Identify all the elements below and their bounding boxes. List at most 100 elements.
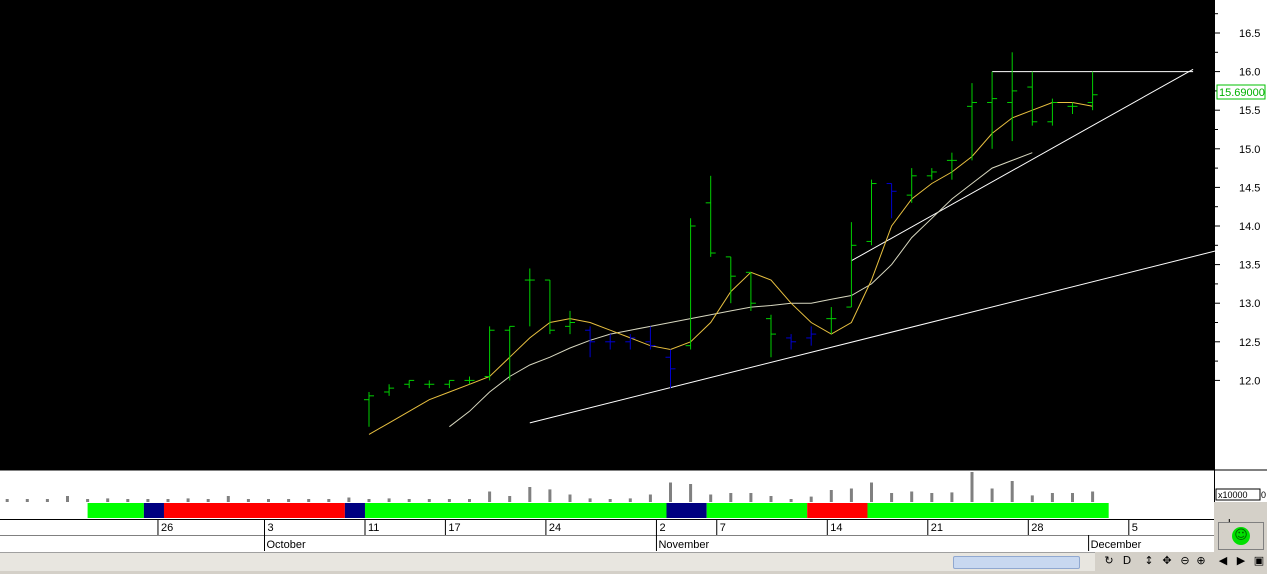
volume-bar xyxy=(367,499,371,502)
date-tick-label: 28 xyxy=(1031,522,1043,534)
volume-bar xyxy=(86,499,90,502)
volume-bar xyxy=(709,494,713,502)
volume-bar xyxy=(930,493,934,502)
price-tick-label: 14.0 xyxy=(1239,221,1260,233)
volume-bar xyxy=(1091,491,1095,502)
volume-zero-label: 0 xyxy=(1261,490,1266,500)
volume-bar xyxy=(970,472,974,502)
scroll-left-icon[interactable]: ◀ xyxy=(1215,553,1231,569)
volume-bar xyxy=(689,484,693,502)
signal-segment xyxy=(867,503,1109,518)
volume-bar xyxy=(669,482,672,502)
volume-bar xyxy=(468,499,471,502)
signal-segment xyxy=(143,503,164,518)
volume-bar xyxy=(890,493,894,502)
volume-bar xyxy=(870,482,873,502)
volume-bar xyxy=(246,499,250,502)
volume-bar xyxy=(287,499,291,502)
volume-bar xyxy=(849,488,853,502)
date-tick-label: 11 xyxy=(368,522,379,534)
signal-segment xyxy=(807,503,868,518)
volume-unit-label: x10000 xyxy=(1218,490,1248,500)
price-panel-background xyxy=(0,0,1214,470)
price-tick-label: 12.0 xyxy=(1239,375,1260,387)
volume-bar xyxy=(950,492,954,502)
zoom-out-icon[interactable]: ⊖ xyxy=(1177,553,1193,569)
volume-bar xyxy=(447,499,451,502)
price-tick-label: 13.0 xyxy=(1239,298,1260,310)
window-icon[interactable]: ▣ xyxy=(1251,553,1267,569)
smiley-icon: ☺ xyxy=(1232,527,1250,545)
scroll-right-icon[interactable]: ▶ xyxy=(1233,553,1249,569)
volume-bar xyxy=(910,491,914,502)
volume-bar xyxy=(548,489,552,502)
signal-segment xyxy=(87,503,144,518)
signal-segment xyxy=(706,503,808,518)
price-tick-label: 16.5 xyxy=(1239,28,1260,40)
move-icon[interactable]: ✥ xyxy=(1159,553,1175,569)
date-tick-label: 14 xyxy=(830,522,842,534)
volume-bar xyxy=(568,494,572,502)
current-price-label: 15.69000 xyxy=(1219,87,1265,99)
horizontal-scrollbar[interactable] xyxy=(0,552,1095,571)
date-tick-label: 7 xyxy=(720,522,726,534)
volume-bar xyxy=(488,491,492,502)
volume-bar xyxy=(588,498,592,502)
volume-bar xyxy=(1010,481,1014,502)
move-vertical-icon[interactable]: ↕ xyxy=(1141,553,1157,569)
status-button[interactable]: ☺ xyxy=(1218,522,1264,550)
volume-bar xyxy=(990,488,994,502)
price-tick-label: 16.0 xyxy=(1239,67,1260,79)
volume-bar xyxy=(1030,495,1034,502)
volume-bar xyxy=(226,496,230,502)
price-tick-label: 13.5 xyxy=(1239,260,1260,272)
d-icon[interactable]: D xyxy=(1119,553,1135,569)
date-tick-label: 3 xyxy=(268,522,274,534)
volume-bar xyxy=(106,498,110,502)
volume-bar xyxy=(206,499,210,502)
month-tick-label: December xyxy=(1091,539,1142,551)
volume-bar xyxy=(5,499,9,502)
volume-bar xyxy=(729,493,733,502)
volume-bar xyxy=(146,499,150,502)
date-tick-label: 5 xyxy=(1132,522,1138,534)
price-tick-label: 15.0 xyxy=(1239,144,1260,156)
volume-bar xyxy=(1071,493,1074,502)
date-tick-label: 26 xyxy=(161,522,173,534)
zoom-in-icon[interactable]: ⊕ xyxy=(1193,553,1209,569)
month-tick-label: November xyxy=(658,539,709,551)
volume-bar xyxy=(508,496,512,502)
volume-bar xyxy=(608,499,612,502)
volume-unit: x10000 0 xyxy=(1215,488,1266,501)
month-tick-label: October xyxy=(267,539,306,551)
volume-bar xyxy=(528,487,532,502)
volume-bar xyxy=(307,499,311,502)
price-tick-label: 14.5 xyxy=(1239,182,1260,194)
volume-bar xyxy=(126,499,130,502)
date-axis: 2631117242714212851219 OctoberNovemberDe… xyxy=(0,519,1245,552)
volume-bar xyxy=(749,493,753,502)
volume-bar xyxy=(186,498,190,502)
date-tick-label: 24 xyxy=(549,522,561,534)
signal-bar xyxy=(0,502,1214,519)
volume-bar xyxy=(648,494,652,502)
refresh-icon[interactable]: ↻ xyxy=(1101,553,1117,569)
volume-bar xyxy=(789,499,793,502)
volume-bar xyxy=(628,498,632,502)
volume-bar xyxy=(829,490,833,502)
signal-segment xyxy=(666,503,707,518)
volume-bar xyxy=(809,496,813,502)
volume-bar xyxy=(327,499,331,502)
signal-segment xyxy=(163,503,345,518)
stock-chart[interactable]: 12.0 12.5 13.0 13.5 14.0 14.5 15.0 15.5 16.0 16.5… xyxy=(0,0,1267,574)
date-tick-label: 17 xyxy=(448,522,460,534)
volume-bar xyxy=(387,498,391,502)
volume-bar xyxy=(66,496,69,502)
volume-bar xyxy=(166,499,170,502)
volume-bar xyxy=(347,497,351,502)
scrollbar-thumb[interactable] xyxy=(953,556,1080,569)
volume-bar xyxy=(769,496,773,502)
volume-bar xyxy=(45,499,49,502)
volume-bar xyxy=(1050,493,1054,502)
volume-bar xyxy=(427,499,431,502)
